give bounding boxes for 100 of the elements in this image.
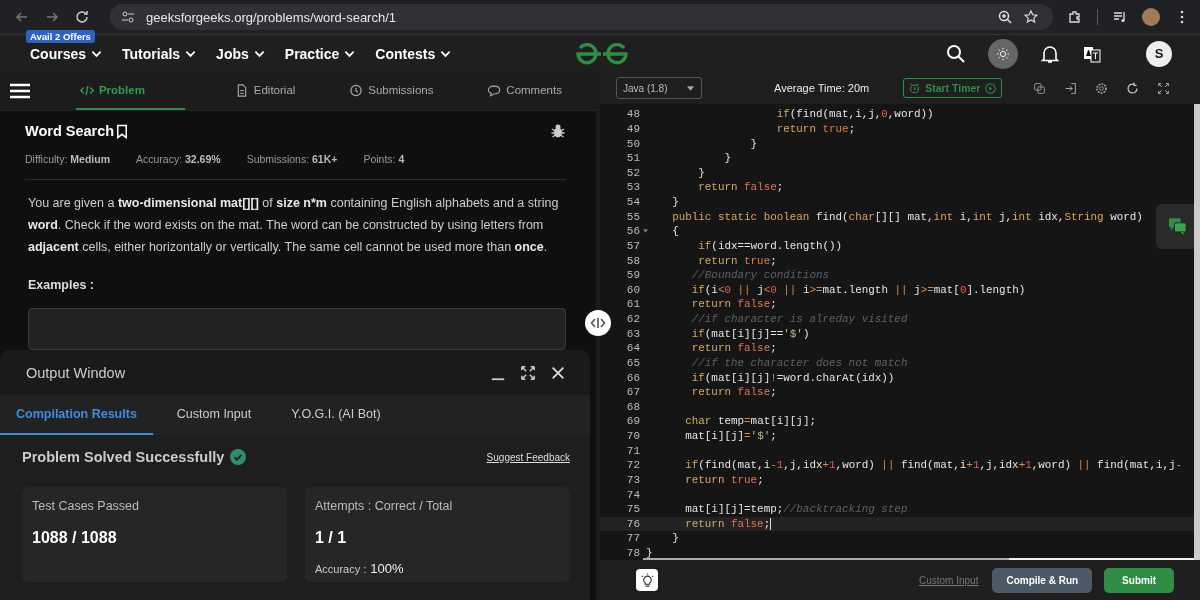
- line-number: 68: [626, 400, 640, 413]
- line-number: 73: [626, 473, 640, 486]
- speech-bubble-icon: [487, 83, 502, 97]
- extensions-icon[interactable]: [1067, 9, 1083, 25]
- sun-icon: [996, 46, 1010, 61]
- code-line: return true;: [684, 472, 764, 487]
- line-number: 54: [626, 196, 640, 209]
- url-text: geeksforgeeks.org/problems/word-search/1: [146, 9, 396, 25]
- nav-menu-item[interactable]: Practice: [284, 45, 356, 62]
- output-tab[interactable]: Custom Input: [160, 395, 268, 435]
- code-line: //if character is alreday visited: [690, 312, 908, 327]
- theme-toggle[interactable]: [988, 38, 1018, 69]
- line-number: 69: [626, 415, 640, 428]
- average-time: Average Time: 20m: [774, 82, 870, 94]
- code-line: return true;: [697, 253, 777, 268]
- code-line: mat[i][j]=temp;//backtracking step: [684, 502, 908, 517]
- suggest-feedback-link[interactable]: Suggest Feedback: [486, 451, 570, 463]
- chat-button[interactable]: [1156, 204, 1194, 249]
- code-line: }: [671, 531, 679, 546]
- submit-button[interactable]: Submit: [1104, 567, 1174, 593]
- compile-run-button[interactable]: Compile & Run: [992, 567, 1093, 593]
- fold-icon[interactable]: [643, 229, 648, 234]
- line-number: 55: [626, 210, 640, 223]
- card-label: Attempts : Correct / Total: [315, 499, 454, 513]
- problem-stat: Submissions: 61K+: [246, 153, 338, 165]
- address-bar[interactable]: geeksforgeeks.org/problems/word-search/1: [110, 4, 1053, 30]
- menu-icon[interactable]: [10, 83, 30, 99]
- text-cursor: [770, 517, 772, 530]
- code-line: return true;: [775, 121, 856, 136]
- output-window-title: Output Window: [26, 364, 126, 381]
- line-number: 70: [626, 430, 640, 443]
- profile-avatar[interactable]: [1142, 8, 1160, 26]
- line-number: 71: [626, 444, 640, 457]
- custom-input-link[interactable]: Custom Input: [918, 574, 979, 586]
- problem-stat: Difficulty: Medium: [25, 153, 110, 165]
- logo[interactable]: [574, 40, 630, 67]
- hint-button[interactable]: [636, 569, 658, 591]
- resize-handle[interactable]: [584, 309, 612, 337]
- code-line: return false;: [690, 385, 777, 400]
- chevron-down-icon: [91, 49, 103, 58]
- line-number: 49: [626, 122, 640, 135]
- problem-tab[interactable]: Problem: [75, 72, 185, 110]
- problem-tab[interactable]: Editorial: [230, 72, 300, 110]
- nav-menu-item[interactable]: Jobs: [216, 45, 265, 62]
- line-number: 67: [626, 386, 640, 399]
- search-icon[interactable]: [946, 43, 966, 64]
- code-line: if(find(mat,i-1,j,idx+1,word) || find(mat,i+1,j,idx+1,word) || find(mat,i,j-: [684, 458, 1183, 473]
- card-value: 1088 / 1088: [32, 529, 118, 547]
- user-avatar[interactable]: S: [1146, 40, 1172, 67]
- line-number: 50: [626, 137, 640, 150]
- line-number: 65: [626, 356, 640, 369]
- code-line: return false;: [697, 180, 784, 195]
- media-icon[interactable]: [1112, 9, 1128, 25]
- fullscreen-icon[interactable]: [1157, 81, 1170, 95]
- output-tab[interactable]: Y.O.G.I. (AI Bot): [275, 395, 397, 435]
- nav-menu-item[interactable]: Tutorials: [122, 45, 197, 62]
- site-settings-icon[interactable]: [120, 9, 136, 25]
- card-value: 1 / 1: [315, 529, 348, 547]
- line-number: 74: [626, 488, 640, 501]
- settings-icon[interactable]: [1095, 81, 1108, 95]
- line-number: 63: [626, 327, 640, 340]
- line-number: 78: [626, 547, 640, 560]
- close-icon[interactable]: [550, 364, 566, 381]
- language-select[interactable]: Java (1.8): [616, 77, 702, 99]
- accuracy-value: 100%: [370, 561, 404, 576]
- import-icon[interactable]: [1064, 81, 1077, 95]
- bookmark-icon[interactable]: [116, 123, 129, 139]
- line-number: 52: [626, 166, 640, 179]
- zoom-icon[interactable]: [997, 9, 1013, 25]
- notification-bell-icon[interactable]: [1040, 43, 1060, 64]
- code-line: return false;: [690, 341, 777, 356]
- problem-description: You are given a two-dimensional mat[][] of size n*m containing English alphabets and a string word. Check if the word exists on the mat. The word can be constructed by using letters from adjacent cells, either horizontally or vertically. The same cell cannot be used more than once.: [28, 195, 560, 256]
- expand-icon[interactable]: [520, 364, 536, 381]
- check-icon: [230, 449, 247, 465]
- caret-icon: [687, 85, 695, 91]
- bookmark-star-icon[interactable]: [1023, 9, 1039, 25]
- code-line: }: [723, 151, 731, 166]
- problem-stat: Accuracy: 32.69%: [136, 153, 221, 165]
- reset-icon[interactable]: [1126, 81, 1139, 95]
- line-number: 58: [626, 254, 640, 267]
- accuracy-label: Accuracy :: [315, 563, 367, 575]
- line-number: 75: [626, 503, 640, 516]
- output-tab[interactable]: Compilation Results: [0, 395, 153, 435]
- code-line: if(i<0 || j<0 || i>=mat.length || j>=mat[0].length): [690, 282, 1026, 297]
- reload-icon[interactable]: [74, 9, 90, 25]
- bug-icon[interactable]: [550, 123, 566, 139]
- copy-icon[interactable]: [1033, 81, 1046, 95]
- problem-stat: Points: 4: [363, 153, 405, 165]
- nav-menu-item[interactable]: Contests: [375, 45, 452, 62]
- code-line: public static boolean find(char[][] mat,int i,int j,int idx,String word): [671, 209, 1143, 224]
- alarm-clock-icon: [909, 82, 921, 94]
- code-line: if(find(mat,i,j,0,word)): [775, 107, 934, 122]
- result-status: Problem Solved Successfully: [22, 449, 225, 465]
- problem-tab[interactable]: Submissions: [345, 72, 438, 110]
- line-number: 51: [626, 152, 640, 165]
- chat-bubbles-icon: [1168, 217, 1188, 236]
- start-timer-button[interactable]: Start Timer: [903, 78, 1003, 98]
- nav-menu-item[interactable]: Courses: [30, 45, 103, 62]
- line-number: 76: [626, 517, 640, 530]
- problem-tab[interactable]: Comments: [483, 72, 566, 110]
